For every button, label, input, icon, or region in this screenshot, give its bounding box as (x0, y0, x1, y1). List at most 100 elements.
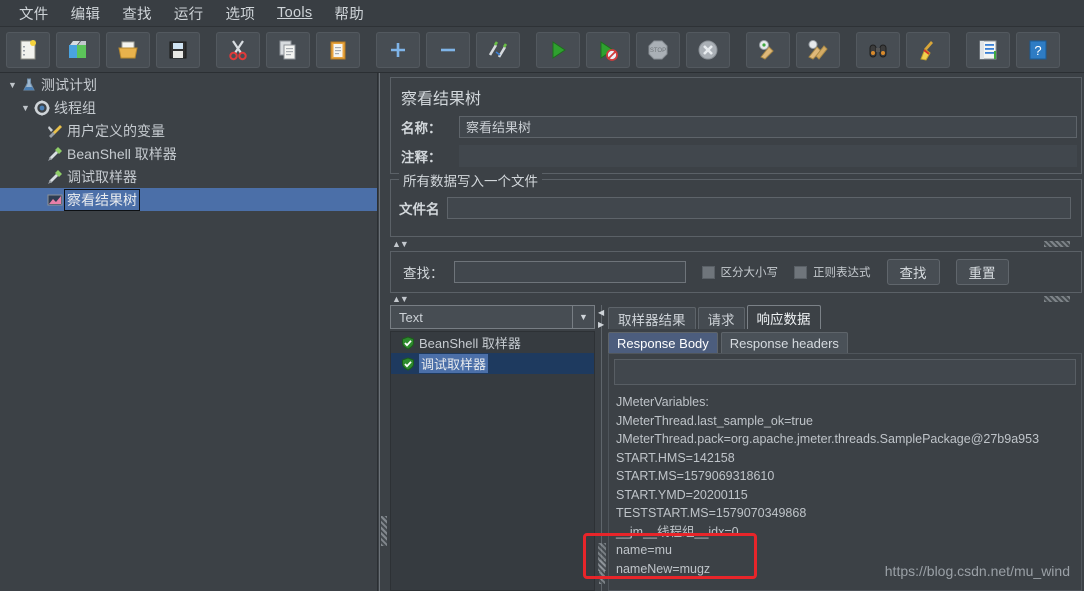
tree-node-thread-group[interactable]: ▼ 线程组 (0, 96, 377, 119)
results-left-pane: Text ▼ BeanShell 取样器 调试取样器 (390, 305, 595, 591)
filename-input[interactable] (447, 197, 1071, 219)
tree-node-beanshell-sampler[interactable]: BeanShell 取样器 (0, 142, 377, 165)
tree-node-user-defined-variables[interactable]: 用户定义的变量 (0, 119, 377, 142)
toolbar-help-button[interactable]: ? (1016, 31, 1060, 68)
search-input[interactable] (453, 261, 686, 283)
clear-icon (757, 39, 779, 61)
splitter-grip[interactable] (1044, 296, 1070, 302)
toolbar-reset-search-button[interactable] (906, 31, 950, 68)
test-plan-tree[interactable]: ▼ 测试计划 ▼ 线程组 用户定义的变量 BeanShell 取样器 调试取样器… (0, 73, 378, 591)
toolbar-clear-button[interactable] (746, 31, 790, 68)
open-icon (117, 39, 139, 61)
splitter-collapse-arrows-icon[interactable]: ▲▼ (392, 239, 409, 249)
toolbar-stop-button[interactable]: STOP (636, 31, 680, 68)
result-tabs: 取样器结果 请求 响应数据 (608, 305, 1082, 329)
tab-response-data[interactable]: 响应数据 (746, 305, 821, 329)
toolbar-shutdown-button[interactable] (686, 31, 730, 68)
thread-group-icon (32, 100, 52, 116)
tree-node-test-plan[interactable]: ▼ 测试计划 (0, 73, 377, 96)
main-vertical-splitter[interactable] (378, 73, 388, 591)
renderer-dropdown[interactable]: Text ▼ (390, 305, 595, 329)
tree-node-label: BeanShell 取样器 (67, 145, 177, 162)
toolbar-start-no-pauses-button[interactable] (586, 31, 630, 68)
success-shield-icon (401, 356, 419, 371)
response-subtabs: Response Body Response headers (608, 330, 1082, 353)
menu-item-options[interactable]: 选项 (214, 0, 266, 27)
checkbox-box[interactable] (794, 265, 807, 279)
toolbar-search-button[interactable] (856, 31, 900, 68)
subtab-response-body[interactable]: Response Body (608, 332, 718, 353)
checkbox-box[interactable] (701, 265, 715, 279)
toolbar-templates-button[interactable] (56, 31, 100, 68)
search-bar: 查找： 区分大小写 正则表达式 查找 重置 (390, 251, 1082, 293)
toolbar-save-button[interactable] (156, 31, 200, 68)
horizontal-splitter-top[interactable]: ▲▼ (388, 238, 1084, 250)
horizontal-splitter-bottom[interactable]: ▲▼ (388, 293, 1084, 305)
toolbar-copy-button[interactable] (266, 31, 310, 68)
listener-config-card: 察看结果树 名称： 察看结果树 注释： (390, 77, 1082, 174)
tab-sampler-result[interactable]: 取样器结果 (608, 307, 696, 329)
toolbar-function-helper-button[interactable] (966, 31, 1010, 68)
menu-item-file[interactable]: 文件 (8, 0, 60, 27)
tree-node-view-results-tree[interactable]: 察看结果树 (0, 188, 377, 211)
toolbar-paste-button[interactable] (316, 31, 360, 68)
svg-text:STOP: STOP (650, 48, 666, 54)
splitter-collapse-right-icon[interactable]: ▶ (598, 321, 604, 329)
bottom-splitter-grip[interactable] (598, 543, 606, 571)
menu-item-help[interactable]: 帮助 (323, 0, 375, 27)
reset-button[interactable]: 重置 (955, 259, 1009, 285)
regex-checkbox[interactable]: 正则表达式 (794, 264, 871, 280)
response-filter-input[interactable] (614, 359, 1076, 385)
tree-node-label: 用户定义的变量 (67, 122, 165, 139)
toolbar-collapse-all-button[interactable] (426, 31, 470, 68)
search-label: 查找： (403, 266, 444, 281)
renderer-selected-value: Text (399, 309, 423, 325)
splitter-bar (379, 73, 380, 591)
toolbar-new-button[interactable] (6, 31, 50, 68)
write-all-data-to-file-group: 所有数据写入一个文件 文件名 (390, 170, 1082, 237)
response-line: START.YMD=20200115 (616, 487, 748, 502)
binoculars-icon (867, 39, 889, 61)
case-sensitive-checkbox[interactable]: 区分大小写 (701, 264, 778, 280)
tab-request[interactable]: 请求 (697, 307, 745, 329)
tree-node-label: 调试取样器 (67, 168, 137, 185)
splitter-grip[interactable] (381, 516, 387, 546)
menu-bar: 文件 编辑 查找 运行 选项 Tools 帮助 (0, 0, 1084, 27)
splitter-collapse-arrows-icon[interactable]: ▲▼ (392, 294, 409, 304)
menu-item-tools[interactable]: Tools (266, 2, 323, 24)
expand-arrow-icon[interactable]: ▼ (6, 80, 19, 90)
list-item[interactable]: BeanShell 取样器 (391, 332, 594, 353)
splitter-collapse-left-icon[interactable]: ◀ (598, 309, 604, 317)
watermark-text: https://blog.csdn.net/mu_wind (884, 563, 1070, 579)
toolbar-open-button[interactable] (106, 31, 150, 68)
minus-icon (437, 39, 459, 61)
toolbar-toggle-button[interactable] (476, 31, 520, 68)
toolbar-cut-button[interactable] (216, 31, 260, 68)
expand-arrow-icon[interactable]: ▼ (19, 103, 32, 113)
sampler-result-list[interactable]: BeanShell 取样器 调试取样器 (390, 331, 595, 591)
sampler-icon (45, 169, 65, 185)
find-button[interactable]: 查找 (886, 259, 940, 285)
toolbar-expand-all-button[interactable] (376, 31, 420, 68)
response-line: TESTSTART.MS=1579070349868 (616, 506, 807, 520)
menu-item-edit[interactable]: 编辑 (60, 0, 112, 27)
tree-node-label: 测试计划 (41, 76, 97, 93)
toolbar-clear-all-button[interactable] (796, 31, 840, 68)
view-results-tree-icon (45, 192, 65, 208)
tree-node-debug-sampler[interactable]: 调试取样器 (0, 165, 377, 188)
splitter-grip[interactable] (1044, 241, 1070, 247)
chevron-down-icon[interactable]: ▼ (572, 306, 594, 328)
templates-icon (67, 39, 89, 61)
success-shield-icon (401, 335, 419, 350)
menu-item-run[interactable]: 运行 (163, 0, 215, 27)
subtab-response-headers[interactable]: Response headers (720, 332, 848, 353)
element-editor-panel: 察看结果树 名称： 察看结果树 注释： 所有数据写入一个文件 文件名 ▲▼ 查找… (388, 73, 1084, 591)
comment-input[interactable] (459, 145, 1077, 167)
menu-item-search[interactable]: 查找 (111, 0, 163, 27)
page-title: 察看结果树 (401, 91, 482, 108)
list-item[interactable]: 调试取样器 (391, 353, 594, 374)
toolbar-start-button[interactable] (536, 31, 580, 68)
comment-label: 注释： (401, 150, 442, 165)
name-input[interactable]: 察看结果树 (459, 116, 1077, 138)
results-right-pane: 取样器结果 请求 响应数据 Response Body Response hea… (608, 305, 1082, 591)
